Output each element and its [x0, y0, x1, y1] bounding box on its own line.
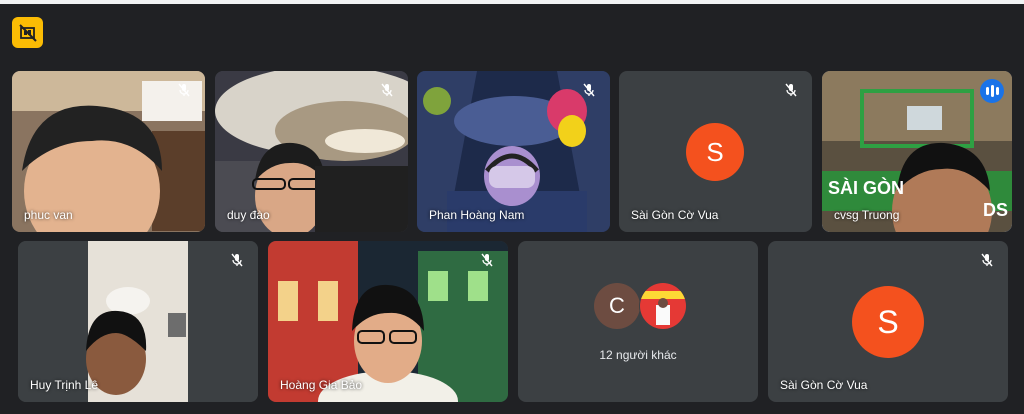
participant-name: Phan Hoàng Nam — [429, 208, 525, 222]
participant-tile[interactable]: duy đào — [215, 71, 408, 232]
others-count-label: 12 người khác — [599, 348, 677, 362]
mic-off-icon — [476, 249, 498, 271]
mic-off-icon — [173, 79, 195, 101]
participant-tile[interactable]: phuc van — [12, 71, 205, 232]
mic-off-icon — [976, 249, 998, 271]
participant-tile[interactable]: Hoàng Gia Bảo — [268, 241, 508, 402]
participant-name: Hoàng Gia Bảo — [280, 378, 363, 392]
presentation-badge[interactable] — [12, 17, 43, 48]
banner-text-2: DS — [982, 200, 1008, 220]
participant-tile[interactable]: SÀI GÒN DS cvsg Truong — [822, 71, 1012, 232]
others-avatar: C — [594, 283, 640, 329]
participant-name: phuc van — [24, 208, 73, 222]
participant-name: Sài Gòn Cờ Vua — [780, 378, 868, 392]
others-avatar-photo — [639, 282, 687, 330]
participant-tile[interactable]: Huy Trịnh Lê — [18, 241, 258, 402]
mic-off-icon — [780, 79, 802, 101]
top-edge — [0, 0, 1024, 4]
mic-off-icon — [376, 79, 398, 101]
presentation-off-icon — [18, 23, 37, 42]
participant-name: duy đào — [227, 208, 270, 222]
participant-tile[interactable]: Phan Hoàng Nam — [417, 71, 610, 232]
others-avatar-letter: C — [609, 293, 625, 318]
participant-name: Huy Trịnh Lê — [30, 378, 99, 392]
participant-name: cvsg Truong — [834, 208, 900, 222]
avatar: S — [852, 286, 924, 358]
participant-tile[interactable]: S Sài Gòn Cờ Vua — [768, 241, 1008, 402]
others-tile[interactable]: C 12 người khác — [518, 241, 758, 402]
avatar: S — [686, 123, 744, 181]
banner-text: SÀI GÒN — [828, 178, 905, 198]
mic-off-icon — [578, 79, 600, 101]
mic-off-icon — [226, 249, 248, 271]
participant-tile[interactable]: S Sài Gòn Cờ Vua — [619, 71, 812, 232]
avatar-letter: S — [706, 136, 724, 167]
participant-name: Sài Gòn Cờ Vua — [631, 208, 719, 222]
avatar-letter: S — [877, 303, 899, 340]
speaking-indicator-icon — [980, 79, 1004, 103]
